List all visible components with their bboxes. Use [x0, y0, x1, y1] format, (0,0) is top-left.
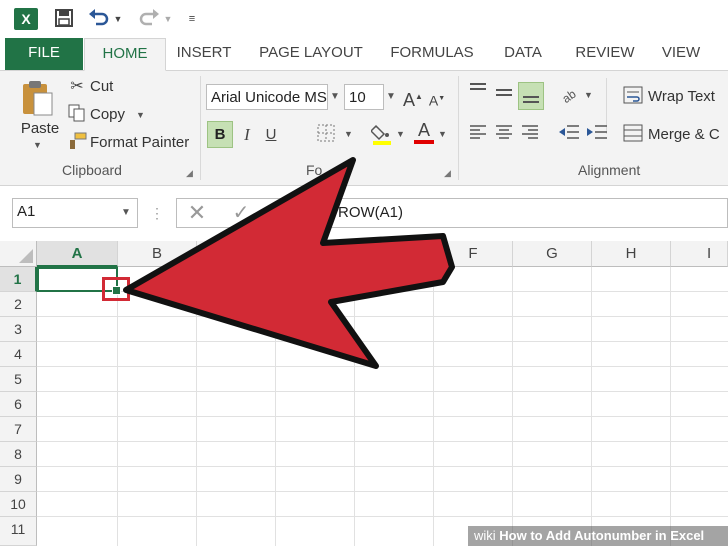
- annotation-arrow-icon: [123, 157, 455, 369]
- wikihow-watermark: wiki How to Add Autonumber in Excel: [468, 526, 728, 546]
- watermark-title: How to Add Autonumber in Excel: [499, 528, 705, 543]
- watermark-brand: wiki: [474, 528, 496, 543]
